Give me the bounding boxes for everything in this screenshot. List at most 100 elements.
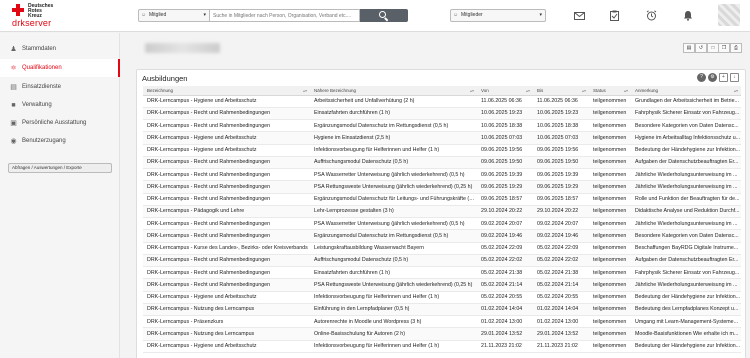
sort-icon: ▴▾ <box>581 87 586 93</box>
sidebar-item-einsatzdienste[interactable]: ▤ Einsatzdienste <box>0 78 120 96</box>
export-button[interactable]: Abfragen / Auswertungen / Exporte <box>8 163 112 173</box>
table-row[interactable]: DRK-Lerncampus - Hygiene und Arbeitsschu… <box>143 131 741 145</box>
column-header[interactable]: Bezeichnung ▴▾ <box>143 86 310 96</box>
logo-product-name: drkserver <box>12 18 52 28</box>
sidebar-item-stammdaten[interactable]: ♟ Stammdaten <box>0 40 120 58</box>
view-toolbar: ▤ ↺ □ <box>683 43 719 53</box>
sort-icon: ▴▾ <box>469 87 474 93</box>
table-cell: Hygiene im Einsatzdienst (2,5 h) <box>310 131 477 145</box>
search-input[interactable] <box>210 9 360 22</box>
table-cell: Ergänzungsmodul Datenschutz im Rettungsd… <box>310 229 477 243</box>
copy-icon[interactable]: ❐ <box>718 43 730 53</box>
table-cell: teilgenommen <box>589 193 631 206</box>
table-row[interactable]: DRK-Lerncampus - Hygiene und Arbeitsschu… <box>143 340 741 353</box>
table-cell: 05.02.2024 21:38 <box>477 266 533 280</box>
panel-title: Ausbildungen <box>142 74 188 83</box>
table-row[interactable]: DRK-Lerncampus - Recht und Rahmenbedingu… <box>143 156 741 170</box>
table-cell: Bedeutung des Lernpfadplanes Konzept u..… <box>631 303 741 317</box>
table-row[interactable]: DRK-Lerncampus - Recht und Rahmenbedingu… <box>143 229 741 243</box>
table-cell: Fahrphysik Sicherer Einsatz von Fahrzeug… <box>631 266 741 280</box>
table-row[interactable]: DRK-Lerncampus - Recht und Rahmenbedingu… <box>143 107 741 121</box>
column-header[interactable]: Nähere Bezeichnung ▴▾ <box>310 86 477 96</box>
table-cell: DRK-Lerncampus - Hygiene und Arbeitsschu… <box>143 340 310 353</box>
history-icon[interactable]: ↺ <box>695 43 707 53</box>
table-cell: Beschaffungen BayRDG Digitale Instrume..… <box>631 242 741 255</box>
table-cell: 09.06.2025 19:56 <box>477 144 533 157</box>
table-cell: Ergänzungsmodul Datenschutz im Rettungsd… <box>310 119 477 133</box>
table-row[interactable]: DRK-Lerncampus - Recht und Rahmenbedingu… <box>143 119 741 133</box>
table-row[interactable]: DRK-Lerncampus - Recht und Rahmenbedingu… <box>143 266 741 280</box>
table-cell: 11.06.2025 06:36 <box>477 95 533 108</box>
sidebar-item-verwaltung[interactable]: ■ Verwaltung <box>0 96 120 114</box>
table-row[interactable]: DRK-Lerncampus - Recht und Rahmenbedingu… <box>143 278 741 292</box>
table-row[interactable]: DRK-Lerncampus - Recht und Rahmenbedingu… <box>143 180 741 194</box>
table-cell: 05.02.2024 21:14 <box>533 278 589 292</box>
chevron-down-icon: ▾ <box>539 12 542 18</box>
column-header[interactable]: Von ▴▾ <box>477 86 533 96</box>
table-cell: Auffrischungsmodul Datenschutz (0,5 h) <box>310 254 477 268</box>
table-cell: 09.06.2025 18:57 <box>477 193 533 206</box>
table-cell: 10.06.2025 18:38 <box>477 119 533 133</box>
table-cell: Aufgaben der Datenschutzbeauftragten Er.… <box>631 156 741 170</box>
bell-icon[interactable] <box>681 9 695 22</box>
table-row[interactable]: DRK-Lerncampus - Hygiene und Arbeitsschu… <box>143 144 741 157</box>
table-cell: DRK-Lerncampus - Recht und Rahmenbedingu… <box>143 119 310 133</box>
member-scope-select[interactable]: ☺ Mitglieder ▾ <box>450 9 546 22</box>
add-icon[interactable]: + <box>719 73 728 82</box>
table-row[interactable]: DRK-Lerncampus - Präsenzkurs Autorenrecht… <box>143 315 741 329</box>
search-button[interactable] <box>360 9 408 22</box>
settings-icon[interactable]: ⚙ <box>708 73 717 82</box>
table-cell: Einsatzfahrten durchführen (1 h) <box>310 266 477 280</box>
table-cell: DRK-Lerncampus - Recht und Rahmenbedingu… <box>143 217 310 231</box>
table-cell: DRK-Lerncampus - Kurse des Landes-, Bezi… <box>143 242 310 255</box>
table-row[interactable]: DRK-Lerncampus - Kurse des Landes-, Bezi… <box>143 242 741 255</box>
table-cell: Besondere Kategorien von Daten Datensc..… <box>631 119 741 133</box>
table-row[interactable]: DRK-Lerncampus - Pädagogik und Lehre Lehr… <box>143 205 741 219</box>
table-row[interactable]: DRK-Lerncampus - Recht und Rahmenbedingu… <box>143 217 741 231</box>
sidebar-item-benutzerzugang[interactable]: ◉ Benutzerzugang <box>0 132 120 150</box>
table-cell: PSA Rettungsweste Unterweisung (jährlich… <box>310 180 477 194</box>
folder-icon: ■ <box>11 101 16 109</box>
table-row[interactable]: DRK-Lerncampus - Hygiene und Arbeitsschu… <box>143 291 741 304</box>
card-view-icon[interactable]: ▤ <box>683 43 695 53</box>
table-cell: 10.06.2025 07:03 <box>477 131 533 145</box>
table-row[interactable]: DRK-Lerncampus - Nutzung des Lerncampus O… <box>143 327 741 341</box>
column-header[interactable]: Status ▴▾ <box>589 86 631 96</box>
sidebar-item-persoenliche-ausstattung[interactable]: ▣ Persönliche Ausstattung <box>0 114 120 132</box>
table-cell: DRK-Lerncampus - Nutzung des Lerncampus <box>143 327 310 341</box>
table-cell: PSA Rettungsweste Unterweisung (jährlich… <box>310 278 477 292</box>
table-cell: teilgenommen <box>589 205 631 219</box>
avatar[interactable] <box>718 4 740 26</box>
table-cell: teilgenommen <box>589 278 631 292</box>
table-row[interactable]: DRK-Lerncampus - Recht und Rahmenbedingu… <box>143 254 741 268</box>
table-cell: Bedeutung der Händehygiene zur Infektion… <box>631 144 741 157</box>
table-cell: Einführung in den Lernpfadplaner (0,5 h) <box>310 303 477 317</box>
table-cell: 29.10.2024 20:22 <box>477 205 533 219</box>
sidebar-item-qualifikationen[interactable]: ⚛ Qualifikationen <box>0 59 120 77</box>
table-row[interactable]: DRK-Lerncampus - Recht und Rahmenbedingu… <box>143 193 741 206</box>
drk-logo[interactable]: Deutsches Rotes Kreuz drkserver <box>12 4 72 28</box>
table-cell: teilgenommen <box>589 156 631 170</box>
user-icon: ☺ <box>141 12 147 18</box>
table-cell: teilgenommen <box>589 168 631 182</box>
table-row[interactable]: DRK-Lerncampus - Recht und Rahmenbedingu… <box>143 168 741 182</box>
table-cell: DRK-Lerncampus - Präsenzkurs <box>143 315 310 329</box>
table-cell: DRK-Lerncampus - Recht und Rahmenbedingu… <box>143 266 310 280</box>
table-cell: 29.01.2024 13:52 <box>477 327 533 341</box>
table-row[interactable]: DRK-Lerncampus - Hygiene und Arbeitsschu… <box>143 95 741 108</box>
column-header[interactable]: Bis ▴▾ <box>533 86 589 96</box>
table-cell: 09.06.2025 19:39 <box>533 168 589 182</box>
table-row[interactable]: DRK-Lerncampus - Nutzung des Lerncampus E… <box>143 303 741 317</box>
mail-icon[interactable] <box>572 9 586 22</box>
column-header[interactable]: Anmerkung ▴▾ <box>631 86 741 96</box>
search-scope-select[interactable]: ☺ Mitglied ▾ <box>138 9 210 22</box>
alarm-clock-icon[interactable] <box>644 9 658 22</box>
table-cell: 09.02.2024 19:46 <box>533 229 589 243</box>
clipboard-icon[interactable] <box>607 9 621 22</box>
table-cell: 10.06.2025 07:03 <box>533 131 589 145</box>
download-icon[interactable]: ↓ <box>730 73 739 82</box>
help-icon[interactable]: ? <box>697 73 706 82</box>
ausbildungen-panel: Ausbildungen ? ⚙ + ↓ Bezeichnung ▴▾ Nähere… <box>136 69 746 358</box>
print-icon[interactable]: ⎙ <box>730 43 742 53</box>
table-cell: Auffrischungsmodul Datenschutz (0,5 h) <box>310 156 477 170</box>
